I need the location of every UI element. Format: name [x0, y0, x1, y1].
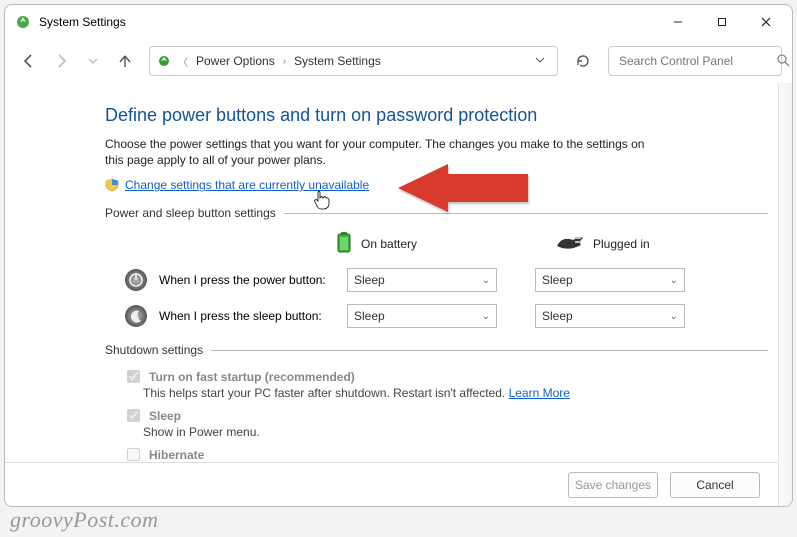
hibernate-label: Hibernate: [149, 448, 204, 462]
vertical-scrollbar[interactable]: [778, 83, 792, 506]
row-power-button: When I press the power button: Sleep⌄ Sl…: [123, 267, 768, 293]
app-icon: [15, 14, 31, 30]
on-battery-label: On battery: [361, 237, 417, 251]
chevron-right-icon: 〈: [176, 54, 190, 69]
maximize-button[interactable]: [700, 8, 744, 36]
back-button[interactable]: [15, 47, 43, 75]
battery-icon: [335, 230, 353, 257]
sleep-sub: Show in Power menu.: [143, 425, 768, 439]
plugged-in-label: Plugged in: [593, 237, 650, 251]
power-button-icon: [123, 267, 149, 293]
section-shutdown-label: Shutdown settings: [105, 343, 203, 357]
divider: [211, 350, 768, 351]
minimize-button[interactable]: [656, 8, 700, 36]
sleep-button-icon: [123, 303, 149, 329]
learn-more-link[interactable]: Learn More: [509, 386, 570, 400]
sleep-button-plugged-select[interactable]: Sleep⌄: [535, 304, 685, 328]
divider: [284, 213, 768, 214]
search-input[interactable]: [617, 53, 776, 69]
uac-shield-icon: [105, 178, 119, 192]
search-box[interactable]: [608, 46, 782, 76]
refresh-button[interactable]: [568, 46, 598, 76]
row-sleep-button: When I press the sleep button: Sleep⌄ Sl…: [123, 303, 768, 329]
chk-sleep: Sleep Show in Power menu.: [123, 406, 768, 439]
chevron-down-icon: ⌄: [670, 275, 678, 286]
close-button[interactable]: [744, 8, 788, 36]
page-description: Choose the power settings that you want …: [105, 136, 665, 168]
page-heading: Define power buttons and turn on passwor…: [105, 105, 768, 126]
sleep-button-label: When I press the sleep button:: [159, 309, 337, 323]
chevron-right-icon: ›: [281, 56, 288, 67]
sleep-label: Sleep: [149, 409, 181, 423]
footer: Save changes Cancel: [5, 462, 778, 506]
up-button[interactable]: [111, 47, 139, 75]
address-dropdown-icon[interactable]: [529, 54, 551, 68]
breadcrumb-system-settings[interactable]: System Settings: [288, 54, 387, 68]
fast-startup-sub: This helps start your PC faster after sh…: [143, 386, 505, 400]
plug-icon: [555, 234, 585, 253]
titlebar: System Settings: [5, 5, 792, 39]
breadcrumb-power-options[interactable]: Power Options: [190, 54, 281, 68]
chevron-down-icon: ⌄: [482, 275, 490, 286]
change-settings-link[interactable]: Change settings that are currently unava…: [125, 178, 369, 192]
content-pane: Define power buttons and turn on passwor…: [5, 83, 792, 506]
cancel-button[interactable]: Cancel: [670, 472, 760, 498]
sleep-checkbox: [127, 409, 140, 422]
fast-startup-label: Turn on fast startup (recommended): [149, 370, 355, 384]
search-icon: [776, 53, 790, 70]
forward-button[interactable]: [47, 47, 75, 75]
recent-dropdown[interactable]: [79, 47, 107, 75]
sleep-button-battery-select[interactable]: Sleep⌄: [347, 304, 497, 328]
power-button-plugged-select[interactable]: Sleep⌄: [535, 268, 685, 292]
navbar: 〈 Power Options › System Settings: [5, 39, 792, 83]
window-title: System Settings: [39, 15, 656, 29]
hibernate-checkbox: [127, 448, 140, 461]
power-button-label: When I press the power button:: [159, 273, 337, 287]
fast-startup-checkbox: [127, 370, 140, 383]
save-button[interactable]: Save changes: [568, 472, 658, 498]
chevron-down-icon: ⌄: [670, 311, 678, 322]
address-icon: [156, 53, 172, 69]
window: System Settings 〈 Power Option: [4, 4, 793, 507]
section-power-sleep-label: Power and sleep button settings: [105, 206, 276, 220]
watermark: groovyPost.com: [10, 507, 159, 533]
power-button-battery-select[interactable]: Sleep⌄: [347, 268, 497, 292]
chk-fast-startup: Turn on fast startup (recommended) This …: [123, 367, 768, 400]
address-bar[interactable]: 〈 Power Options › System Settings: [149, 46, 558, 76]
chevron-down-icon: ⌄: [482, 311, 490, 322]
